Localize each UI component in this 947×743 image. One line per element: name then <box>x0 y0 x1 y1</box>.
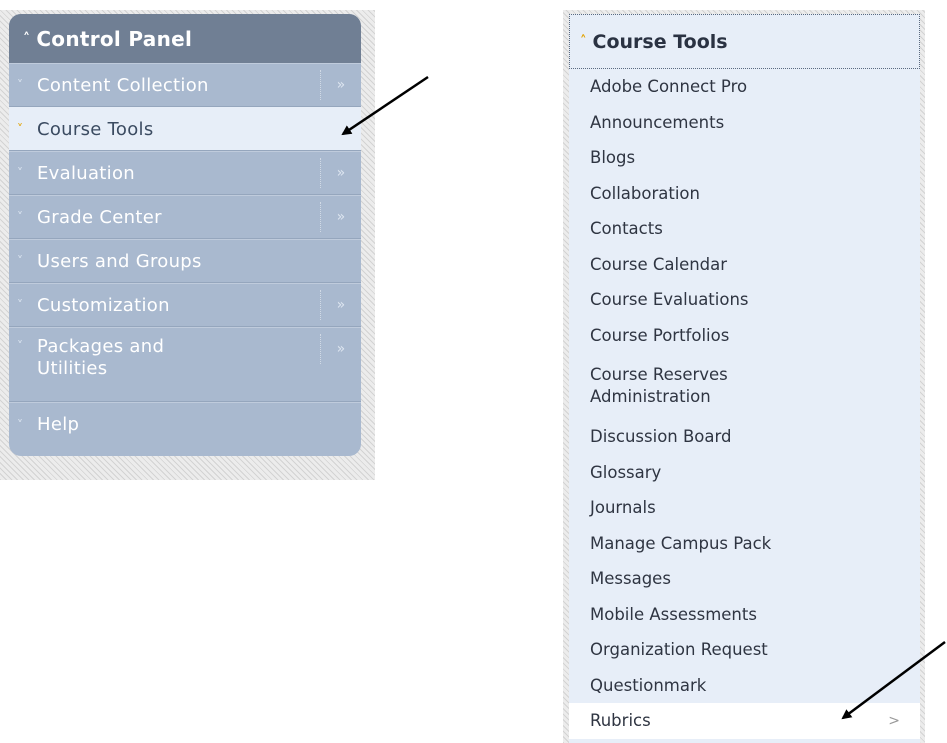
cp-item-label: Users and Groups <box>37 250 202 272</box>
course-tool-item[interactable]: Course Reserves Administration <box>569 353 920 419</box>
cp-item-label: Content Collection <box>37 74 209 96</box>
course-tool-label: Course Reserves Administration <box>590 365 728 406</box>
chevron-down-icon: ˅ <box>17 417 24 432</box>
chevron-down-icon: ˅ <box>17 166 24 180</box>
course-tools-panel: ˄ Course Tools Adobe Connect Pro Announc… <box>569 14 920 743</box>
course-tool-item[interactable]: Discussion Board <box>569 419 920 455</box>
course-tool-item[interactable]: Course Portfolios <box>569 318 920 354</box>
course-tool-item[interactable]: Glossary <box>569 455 920 491</box>
cp-item-label: Customization <box>37 294 170 316</box>
flyout-icon[interactable]: » <box>320 70 361 100</box>
chevron-up-icon: ˄ <box>23 30 31 47</box>
course-tool-item[interactable]: Collaboration <box>569 176 920 212</box>
chevron-down-icon: ˅ <box>17 254 24 268</box>
chevron-down-icon: ˅ <box>17 339 24 353</box>
control-panel-title: Control Panel <box>36 26 193 51</box>
cp-item-course-tools[interactable]: ˅ Course Tools <box>9 107 361 151</box>
course-tool-item[interactable]: Messages <box>569 561 920 597</box>
course-tools-list: Adobe Connect Pro Announcements Blogs Co… <box>569 69 920 739</box>
cp-item-packages-and-utilities[interactable]: ˅ Packages and Utilities » <box>9 327 361 402</box>
course-tools-title: Course Tools <box>592 30 728 53</box>
cp-item-label: Help <box>37 414 80 435</box>
course-tool-item[interactable]: Adobe Connect Pro <box>569 69 920 105</box>
chevron-down-icon: ˅ <box>17 122 24 136</box>
course-tool-item[interactable]: Journals <box>569 490 920 526</box>
course-tool-item[interactable]: Questionmark <box>569 668 920 704</box>
control-panel-header[interactable]: ˄ Control Panel <box>9 14 361 63</box>
course-tool-item[interactable]: Course Evaluations <box>569 282 920 318</box>
cp-item-evaluation[interactable]: ˅ Evaluation » <box>9 151 361 195</box>
course-tool-item[interactable]: Mobile Assessments <box>569 597 920 633</box>
flyout-icon[interactable]: » <box>320 202 361 232</box>
cp-item-help[interactable]: ˅ Help <box>9 402 361 446</box>
course-tool-item[interactable]: Announcements <box>569 105 920 141</box>
course-tool-item-rubrics[interactable]: Rubrics > <box>569 703 920 739</box>
course-tool-label: Rubrics <box>590 711 651 731</box>
course-tool-item[interactable]: Organization Request <box>569 632 920 668</box>
flyout-icon[interactable]: » <box>320 334 361 364</box>
chevron-down-icon: ˅ <box>17 78 24 92</box>
course-tools-header[interactable]: ˄ Course Tools <box>569 14 920 69</box>
cp-item-content-collection[interactable]: ˅ Content Collection » <box>9 63 361 107</box>
control-panel: ˄ Control Panel ˅ Content Collection » ˅… <box>9 14 361 456</box>
flyout-icon[interactable]: » <box>320 290 361 320</box>
cp-item-users-and-groups[interactable]: ˅ Users and Groups <box>9 239 361 283</box>
chevron-down-icon: ˅ <box>17 210 24 224</box>
course-tool-item[interactable]: Course Calendar <box>569 247 920 283</box>
cp-item-label: Evaluation <box>37 162 135 184</box>
course-tool-item[interactable]: Blogs <box>569 140 920 176</box>
cp-item-label: Grade Center <box>37 206 162 228</box>
chevron-down-icon: ˅ <box>17 298 24 312</box>
course-tool-item[interactable]: Contacts <box>569 211 920 247</box>
cp-item-customization[interactable]: ˅ Customization » <box>9 283 361 327</box>
cp-item-label: Course Tools <box>37 118 154 140</box>
cp-item-grade-center[interactable]: ˅ Grade Center » <box>9 195 361 239</box>
chevron-up-icon: ˄ <box>580 34 587 49</box>
chevron-right-icon: > <box>888 712 900 729</box>
course-tool-item[interactable]: Manage Campus Pack <box>569 526 920 562</box>
flyout-icon[interactable]: » <box>320 158 361 188</box>
cp-item-label: Packages and Utilities <box>37 336 165 379</box>
